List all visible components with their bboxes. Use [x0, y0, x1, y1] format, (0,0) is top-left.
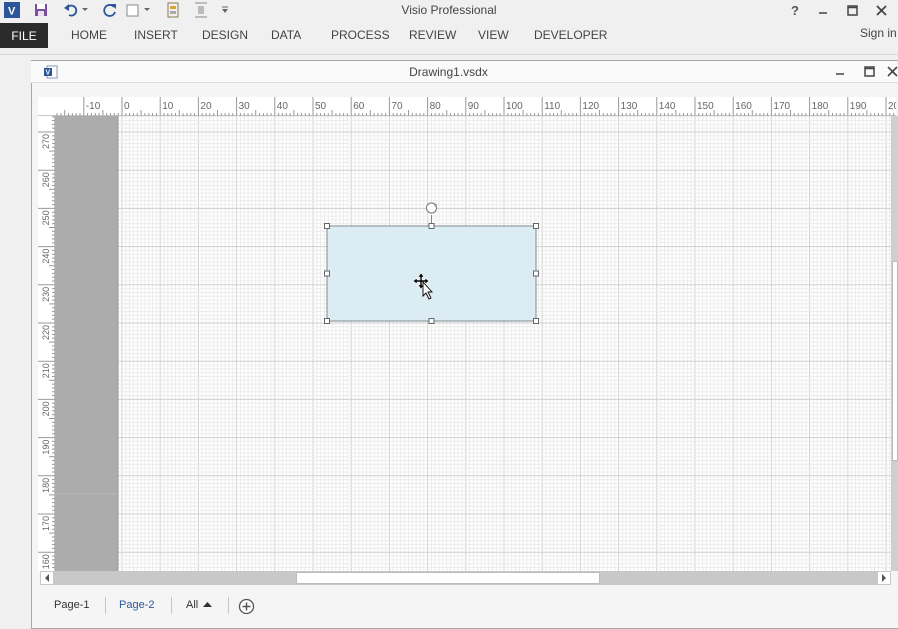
rotation-handle-icon[interactable] — [425, 202, 438, 214]
resize-handle-top[interactable] — [428, 223, 435, 229]
document-title: Drawing1.vsdx — [409, 65, 488, 79]
horizontal-scrollbar-thumb[interactable] — [296, 572, 600, 584]
ruler-label: 20 — [200, 101, 212, 112]
resize-handle-bottom[interactable] — [428, 318, 435, 324]
ruler-label: 180 — [812, 101, 829, 112]
ruler-label: 170 — [773, 101, 790, 112]
add-page-icon[interactable] — [236, 597, 256, 615]
app-title: Visio Professional — [401, 3, 497, 17]
tab-data[interactable]: DATA — [271, 28, 301, 42]
ruler-label: 240 — [41, 249, 51, 264]
close-icon[interactable] — [872, 1, 890, 19]
resize-handle-top-left[interactable] — [324, 223, 330, 229]
minimize-icon[interactable] — [814, 1, 832, 19]
ruler-label: 260 — [41, 172, 51, 187]
ruler-label: 130 — [621, 101, 638, 112]
ruler-label: 10 — [162, 101, 174, 112]
resize-handle-left[interactable] — [324, 270, 330, 277]
horizontal-ruler-ticks: -10 0 10 20 30 40 50 60 70 80 90 100 110 120 130 140 150… — [56, 97, 898, 116]
ruler-label: 70 — [391, 101, 403, 112]
rectangle-shape-body[interactable] — [326, 225, 537, 322]
resize-handle-bottom-left[interactable] — [324, 318, 330, 324]
resize-handle-top-right[interactable] — [533, 223, 539, 229]
tab-process[interactable]: PROCESS — [331, 28, 390, 42]
tab-view[interactable]: VIEW — [478, 28, 509, 42]
ruler-label: 210 — [41, 363, 51, 378]
ruler-label: 0 — [124, 101, 130, 112]
tab-review[interactable]: REVIEW — [409, 28, 456, 42]
ruler-label: 190 — [850, 101, 867, 112]
tab-developer[interactable]: DEVELOPER — [534, 28, 607, 42]
sign-in-link[interactable]: Sign in — [860, 26, 897, 40]
vertical-ruler[interactable]: 270 260 250 240 230 220 210 200 190 180 170 160 — [38, 116, 55, 571]
ruler-label: 60 — [353, 101, 365, 112]
ribbon-divider — [0, 54, 898, 55]
ruler-label: 40 — [277, 101, 289, 112]
ruler-label: 220 — [41, 325, 51, 340]
ruler-label: 120 — [582, 101, 599, 112]
maximize-icon[interactable] — [843, 1, 861, 19]
page-tab-2[interactable]: Page-2 — [119, 599, 154, 611]
ruler-label: 200 — [41, 401, 51, 416]
ruler-label: 160 — [41, 554, 51, 569]
ruler-label: 80 — [430, 101, 442, 112]
ruler-label: 230 — [41, 287, 51, 302]
vertical-scrollbar-thumb[interactable] — [892, 261, 898, 461]
tab-file[interactable]: FILE — [0, 23, 48, 48]
page-tabs-bar — [32, 592, 898, 620]
page-tab-divider — [171, 597, 172, 614]
page-margin-overlay — [55, 116, 118, 571]
ruler-label: 180 — [41, 478, 51, 493]
ruler-label: 30 — [239, 101, 251, 112]
all-pages-label: All — [186, 599, 199, 611]
scroll-right-icon[interactable] — [877, 571, 891, 585]
help-button[interactable]: ? — [786, 1, 804, 19]
page-tab-1[interactable]: Page-1 — [54, 599, 89, 611]
ruler-label: 100 — [506, 101, 523, 112]
page-tab-divider — [105, 597, 106, 614]
ruler-label: 270 — [41, 134, 51, 149]
ruler-label: 160 — [735, 101, 752, 112]
ruler-label: 190 — [41, 440, 51, 455]
ruler-label: -10 — [86, 101, 101, 112]
tab-design[interactable]: DESIGN — [202, 28, 248, 42]
scroll-left-icon[interactable] — [40, 571, 54, 585]
all-pages-button[interactable]: All — [186, 599, 213, 611]
resize-handle-right[interactable] — [533, 270, 539, 277]
vertical-scrollbar[interactable] — [891, 116, 898, 571]
page-tab-divider — [228, 597, 229, 614]
ruler-label: 250 — [41, 210, 51, 225]
drawing-canvas[interactable] — [55, 116, 891, 571]
tab-home[interactable]: HOME — [71, 28, 107, 42]
ruler-label: 140 — [659, 101, 676, 112]
horizontal-ruler[interactable]: -10 0 10 20 30 40 50 60 70 80 90 100 110 120 130 140 150… — [38, 97, 898, 116]
ruler-label: 110 — [544, 101, 560, 112]
ruler-label: 90 — [468, 101, 480, 112]
document-close-icon[interactable] — [887, 63, 898, 79]
ruler-label: 170 — [41, 516, 51, 531]
tab-insert[interactable]: INSERT — [134, 28, 178, 42]
ruler-label: 200 — [888, 101, 896, 112]
ruler-label: 50 — [315, 101, 327, 112]
vertical-ruler-ticks: 270 260 250 240 230 220 210 200 190 180 170 160 — [38, 116, 55, 569]
caret-up-icon — [203, 602, 213, 607]
ruler-label: 150 — [697, 101, 714, 112]
document-maximize-icon[interactable] — [861, 63, 877, 79]
resize-handle-bottom-right[interactable] — [533, 318, 539, 324]
document-minimize-icon[interactable] — [832, 63, 848, 79]
